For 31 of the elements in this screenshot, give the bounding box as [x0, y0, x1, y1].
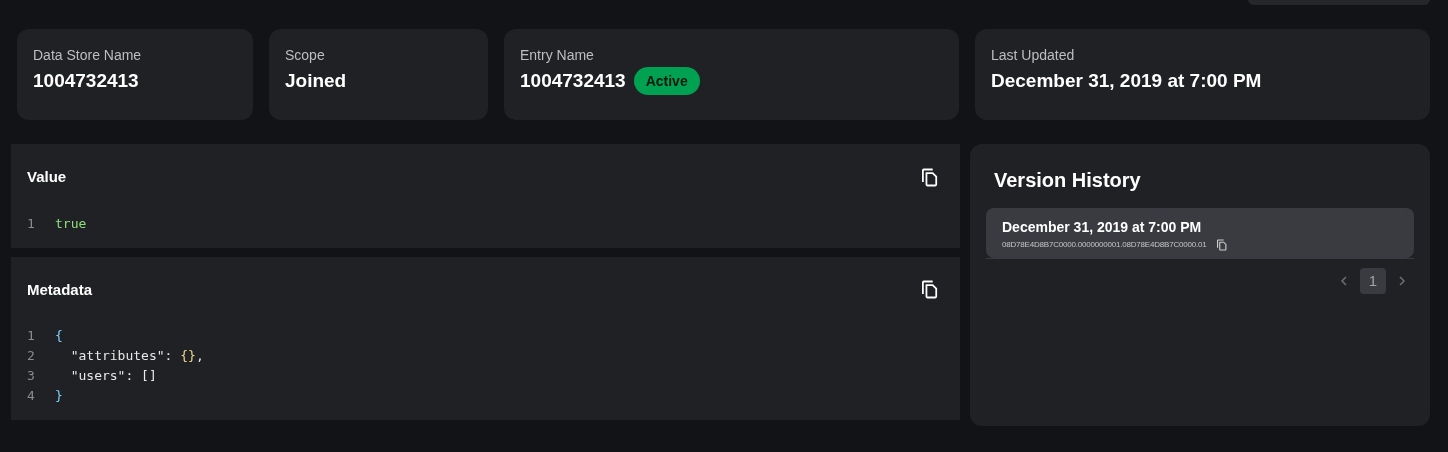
copy-icon[interactable] [922, 167, 938, 187]
copy-icon[interactable] [922, 280, 938, 300]
card-label: Entry Name [520, 47, 595, 63]
version-id: 08D78E4D8B7C0000.0000000001.08D78E4D8B7C0000.01 [1002, 239, 1207, 251]
page-button[interactable]: 1 [1360, 268, 1386, 294]
line-number: 4 [27, 387, 36, 405]
panel-title: Value [27, 167, 67, 187]
card-value: 1004732413 [520, 69, 626, 93]
copy-icon[interactable] [1216, 239, 1227, 251]
card-value: Joined [285, 69, 347, 93]
status-badge: Active [633, 67, 700, 95]
panel-title: Metadata [27, 279, 93, 300]
code-line: "attributes": {}, [69, 347, 204, 365]
next-page-icon[interactable] [1398, 276, 1406, 286]
line-number: 1 [27, 214, 36, 233]
line-number: 1 [27, 327, 36, 345]
code-line: "users": [] [69, 367, 157, 385]
previous-page-icon[interactable] [1340, 276, 1348, 286]
code-line: true [55, 214, 87, 233]
line-number: 3 [27, 367, 36, 385]
card-label: Scope [285, 47, 326, 63]
code-line: } [55, 387, 63, 405]
card-value: 1004732413 [33, 69, 139, 93]
card-value: December 31, 2019 at 7:00 PM [991, 69, 1262, 93]
version-item[interactable]: December 31, 2019 at 7:00 PM 08D78E4D8B7C0000.0000000001.08D78E4D8B7C0000.01 [986, 208, 1414, 258]
version-date: December 31, 2019 at 7:00 PM [1002, 218, 1203, 237]
line-number: 2 [27, 347, 36, 365]
card-label: Data Store Name [33, 47, 143, 63]
card-label: Last Updated [991, 47, 1076, 63]
code-line: { [55, 327, 63, 345]
panel-title: Version History [994, 168, 1142, 192]
